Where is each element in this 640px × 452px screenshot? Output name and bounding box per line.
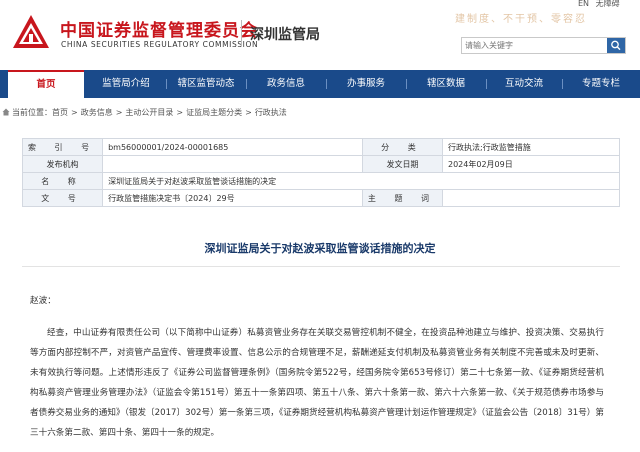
org-name-cn: 中国证券监督管理委员会 [60,21,258,41]
nav-separator [406,79,407,89]
breadcrumb-item-enforcement[interactable]: 行政执法 [255,108,287,117]
date-label: 发文日期 [361,155,444,173]
breadcrumb-item-topic-category[interactable]: 证监局主题分类 [186,108,242,117]
breadcrumb-item-home[interactable]: 首页 [52,108,68,117]
nav-item-government-info[interactable]: 政务信息 [248,70,324,98]
breadcrumb-prefix: 当前位置： [12,108,52,117]
keyword-label: 主 题 词 [361,189,444,207]
branch-name[interactable]: 深圳监管局 [250,24,320,44]
nav-item-regional-data[interactable]: 辖区数据 [408,70,484,98]
search-icon [611,40,621,51]
location-icon [2,108,10,116]
header-tools: EN 无障碍 [574,0,620,9]
nav-separator [326,79,327,89]
index-label: 索 引 号 [21,138,104,156]
nav-separator [246,79,247,89]
document-addressee: 赵波： [30,296,56,306]
site-header: 中国证券监督管理委员会 CHINA SECURITIES REGULATORY … [0,0,640,66]
breadcrumb-separator: > [71,108,78,117]
org-name-en: CHINA SECURITIES REGULATORY COMMISSION [61,40,259,49]
header-divider [241,20,242,46]
document-info-table: 索 引 号 bm56000001/2024-00001685 分 类 行政执法;… [21,138,620,207]
breadcrumb-separator: > [245,108,252,117]
document-paragraph: 经查，中山证券有限责任公司（以下简称中山证券）私募资管业务存在关联交易管控机制不… [30,328,604,438]
table-row: 索 引 号 bm56000001/2024-00001685 分 类 行政执法;… [21,138,620,156]
date-value: 2024年02月09日 [442,155,620,173]
issuer-value [102,155,363,173]
breadcrumb-item-disclosure-catalog[interactable]: 主动公开目录 [125,108,173,117]
issuer-label: 发布机构 [21,155,104,173]
category-value: 行政执法;行政监管措施 [442,138,620,156]
index-value: bm56000001/2024-00001685 [102,138,363,156]
nav-item-interaction[interactable]: 互动交流 [488,70,560,98]
keyword-value [442,189,620,207]
category-label: 分 类 [361,138,444,156]
accessibility-link[interactable]: 无障碍 [596,0,620,8]
breadcrumb-separator: > [176,108,184,117]
header-slogan: 建制度、不干预、零容忍 [455,14,587,25]
breadcrumb-separator: > [115,108,123,117]
docno-label: 文 号 [21,189,104,207]
breadcrumb-item-government-info[interactable]: 政务信息 [81,108,113,117]
name-value: 深圳证监局关于对赵波采取监管谈话措施的决定 [102,172,620,190]
nav-item-home[interactable]: 首页 [8,70,84,98]
table-row: 名 称 深圳证监局关于对赵波采取监管谈话措施的决定 [21,172,620,190]
search-input[interactable] [462,38,605,53]
main-nav: 首页 监管局介绍 辖区监管动态 政务信息 办事服务 辖区数据 互动交流 专题专栏 [0,70,640,98]
nav-item-regional-updates[interactable]: 辖区监管动态 [168,70,244,98]
language-link[interactable]: EN [578,0,589,8]
breadcrumb: 当前位置：首页 > 政务信息 > 主动公开目录 > 证监局主题分类 > 行政执法 [2,107,287,118]
nav-item-special-topics[interactable]: 专题专栏 [564,70,638,98]
nav-separator [562,79,563,89]
nav-item-services[interactable]: 办事服务 [328,70,404,98]
search-box [461,37,626,54]
document-title: 深圳证监局关于对赵波采取监管谈话措施的决定 [204,242,436,255]
content-divider [22,266,620,267]
nav-separator [166,79,167,89]
table-row: 文 号 行政监管措施决定书〔2024〕29号 主 题 词 [21,189,620,207]
docno-value: 行政监管措施决定书〔2024〕29号 [102,189,363,207]
nav-item-about[interactable]: 监管局介绍 [88,70,164,98]
search-button[interactable] [607,38,625,53]
nav-separator [486,79,487,89]
name-label: 名 称 [21,172,104,190]
csrc-logo-icon [13,15,49,48]
table-row: 发布机构 发文日期 2024年02月09日 [21,155,620,173]
